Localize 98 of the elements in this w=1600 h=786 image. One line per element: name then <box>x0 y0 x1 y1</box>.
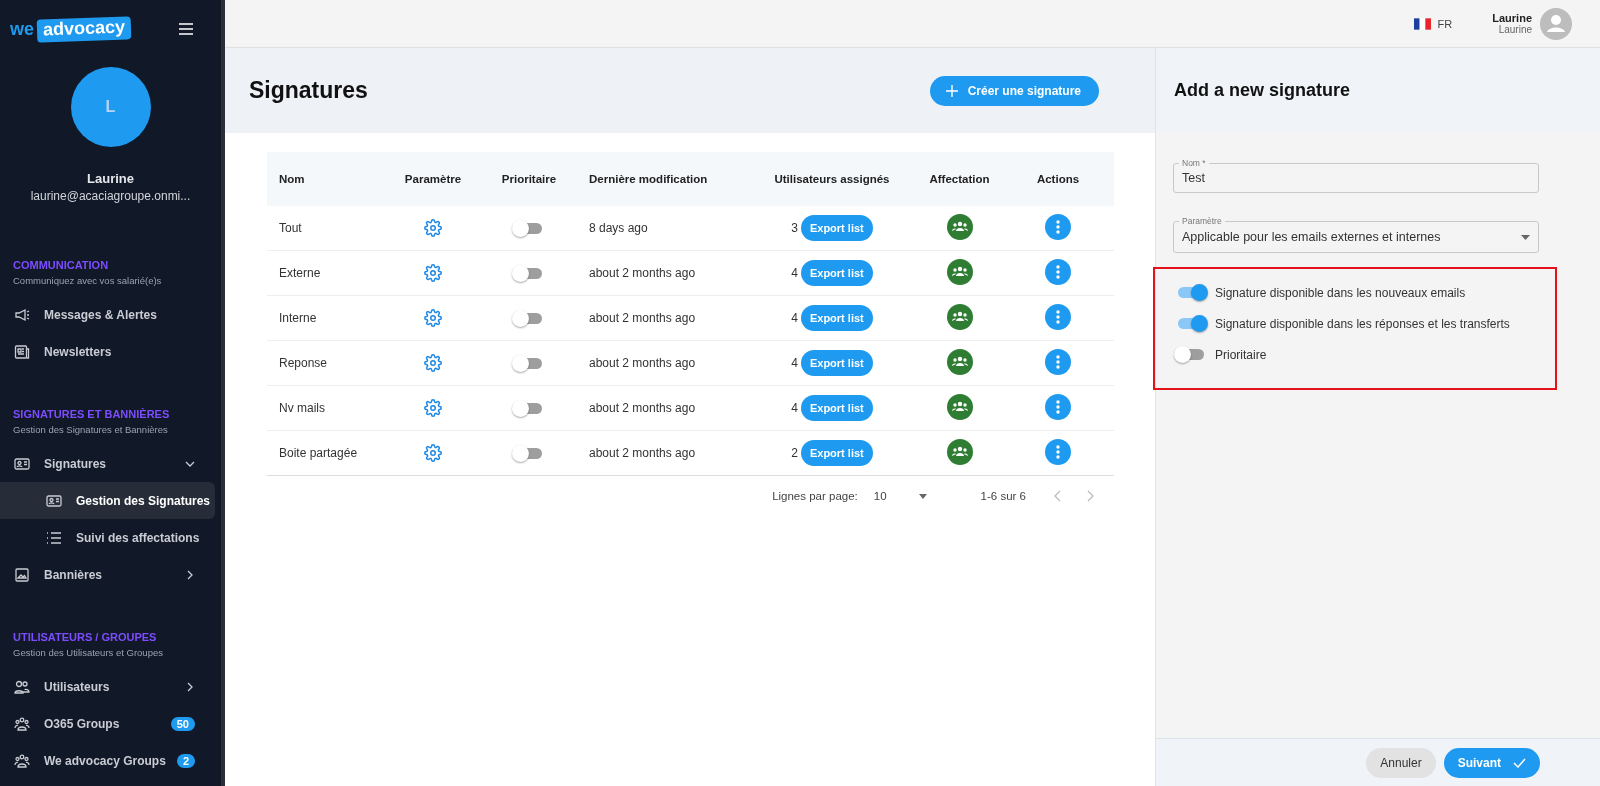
group-icon <box>14 752 30 769</box>
more-options-icon[interactable] <box>1045 258 1071 285</box>
table-cell: about 2 months ago <box>577 385 747 431</box>
settings-icon[interactable] <box>424 399 442 417</box>
logo-prefix: we <box>10 18 34 40</box>
table-cell: Nv mails <box>267 385 385 431</box>
settings-icon[interactable] <box>424 444 442 462</box>
count-badge: 50 <box>170 716 195 731</box>
panel-title: Add a new signature <box>1174 80 1351 101</box>
nav-item[interactable]: Messages & Alertes <box>0 296 215 333</box>
group-icon[interactable] <box>946 393 973 420</box>
section-title: COMMUNICATION <box>12 259 110 271</box>
settings-icon[interactable] <box>424 309 442 327</box>
toggle-label: Signature disponible dans les nouveaux emails <box>1215 285 1466 300</box>
column-header: Prioritaire <box>481 152 577 206</box>
column-header: Actions <box>1002 152 1114 206</box>
column-header: Nom <box>267 152 385 206</box>
table-cell: about 2 months ago <box>577 430 747 476</box>
column-header: Affectation <box>917 152 1002 206</box>
check-icon <box>1513 757 1526 768</box>
flag-icon <box>1413 17 1431 30</box>
section-subtitle: Communiquez avec vos salarié(e)s <box>12 275 163 286</box>
settings-icon[interactable] <box>424 219 442 237</box>
language-selector[interactable]: FR <box>1413 17 1453 30</box>
user-count: 4 <box>791 311 798 325</box>
more-options-icon[interactable] <box>1045 348 1071 375</box>
section-subtitle: Gestion des Utilisateurs et Groupes <box>12 647 164 658</box>
page-title: Signatures <box>249 77 368 104</box>
previous-page-icon[interactable] <box>1054 490 1062 502</box>
section-title: UTILISATEURS / GROUPES <box>12 631 158 643</box>
toggle-label: Signature disponible dans les réponses et les transferts <box>1215 316 1510 331</box>
column-header: Paramètre <box>385 152 481 206</box>
user-subtitle: Laurine <box>1498 24 1532 35</box>
card-icon <box>14 455 30 472</box>
user-count: 4 <box>791 356 798 370</box>
count-badge: 2 <box>176 753 195 768</box>
user-email: laurine@acaciagroupe.onmi... <box>29 189 192 203</box>
group-icon <box>14 715 30 732</box>
nav-item[interactable]: Signatures <box>0 445 215 482</box>
group-icon[interactable] <box>946 303 973 330</box>
users-icon <box>14 678 30 695</box>
dropdown-icon <box>1521 234 1530 240</box>
user-count: 4 <box>791 266 798 280</box>
user-count: 3 <box>791 221 798 235</box>
table-cell: Interne <box>267 295 385 341</box>
nav-item[interactable]: Bannières <box>0 556 215 593</box>
newspaper-icon <box>14 343 30 360</box>
page-range: 1-6 sur 6 <box>980 490 1026 502</box>
nav-item[interactable]: Gestion des Signatures <box>0 482 215 519</box>
user-name: Laurine <box>86 171 135 186</box>
avatar-initial: L <box>105 98 116 116</box>
group-icon[interactable] <box>946 213 973 240</box>
user-avatar-icon[interactable] <box>1540 7 1572 40</box>
rows-per-page-label: Lignes par page: <box>772 490 858 502</box>
user-name: Laurine <box>1492 12 1532 24</box>
table-cell: Boite partagée <box>267 430 385 476</box>
user-count: 4 <box>791 401 798 415</box>
menu-icon[interactable] <box>179 23 193 35</box>
settings-icon[interactable] <box>424 264 442 282</box>
table-cell: about 2 months ago <box>577 295 747 341</box>
more-options-icon[interactable] <box>1045 393 1071 420</box>
nav-item[interactable]: We advocacy Groups 2 <box>0 742 215 779</box>
table-cell: Externe <box>267 250 385 296</box>
table-cell: Tout <box>267 206 385 251</box>
nav-item[interactable]: Suivi des affectations <box>0 519 215 556</box>
cancel-button[interactable]: Annuler <box>1366 747 1436 778</box>
nav-item[interactable]: Utilisateurs <box>0 668 215 705</box>
more-options-icon[interactable] <box>1045 303 1071 330</box>
next-page-icon[interactable] <box>1086 490 1094 502</box>
rows-per-page-select[interactable]: 10 <box>873 490 947 502</box>
table-cell: about 2 months ago <box>577 340 747 386</box>
field-label: Nom * <box>1179 157 1209 169</box>
settings-icon[interactable] <box>424 354 442 372</box>
field-label: Paramètre <box>1179 215 1225 227</box>
logo[interactable]: we advocacy <box>10 17 132 41</box>
group-icon[interactable] <box>946 438 973 465</box>
toggle-label: Prioritaire <box>1215 347 1267 362</box>
list-icon <box>46 529 62 546</box>
section-subtitle: Gestion des Signatures et Bannières <box>12 424 169 435</box>
plus-icon <box>945 84 958 97</box>
logo-word: advocacy <box>36 15 132 43</box>
table-cell: Reponse <box>267 340 385 386</box>
group-icon[interactable] <box>946 348 973 375</box>
column-header: Utilisateurs assignés <box>747 152 917 206</box>
group-icon[interactable] <box>946 258 973 285</box>
table-cell: 8 days ago <box>577 206 747 251</box>
card-icon <box>46 492 62 509</box>
nav-item[interactable]: O365 Groups 50 <box>0 705 215 742</box>
section-title: SIGNATURES ET BANNIÈRES <box>12 408 171 420</box>
more-options-icon[interactable] <box>1045 213 1071 240</box>
table-cell: about 2 months ago <box>577 250 747 296</box>
image-icon <box>14 566 30 583</box>
more-options-icon[interactable] <box>1045 438 1071 465</box>
nav-item[interactable]: Newsletters <box>0 333 215 370</box>
user-count: 2 <box>791 446 798 460</box>
column-header: Dernière modification <box>577 152 747 206</box>
dropdown-icon <box>918 493 927 499</box>
megaphone-icon <box>14 306 30 323</box>
